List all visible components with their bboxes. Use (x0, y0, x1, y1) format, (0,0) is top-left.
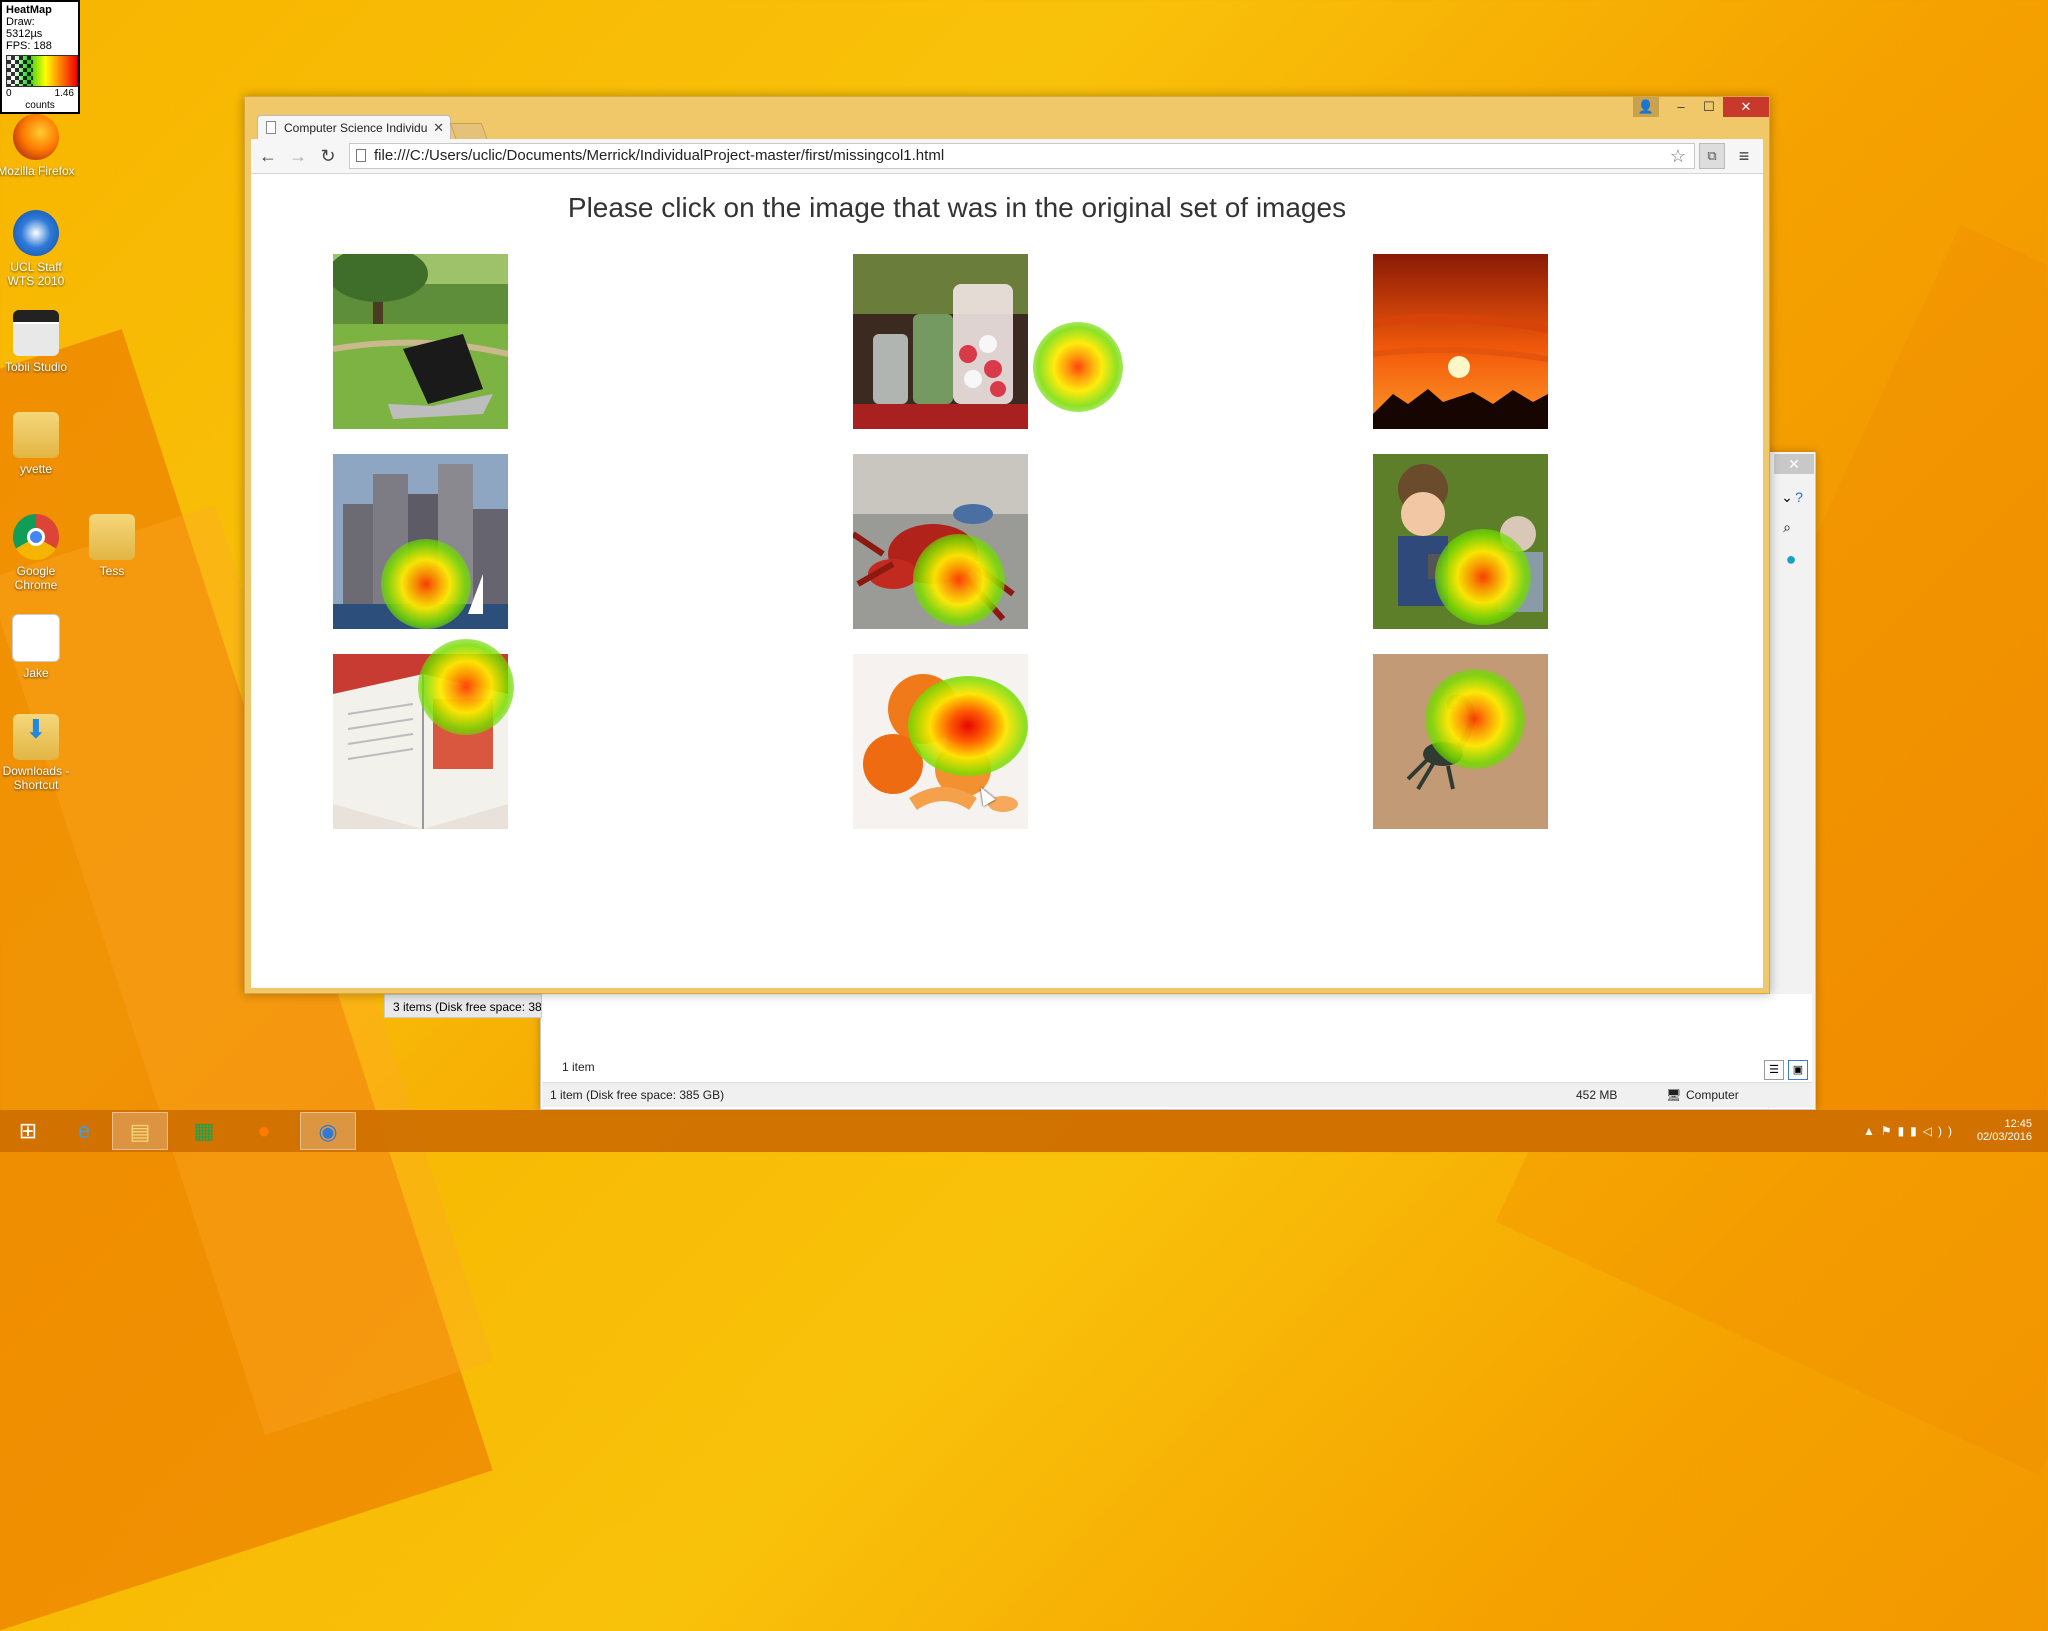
explorer-close-button[interactable]: ✕ (1774, 454, 1814, 474)
taskbar: ⊞ e ▤ ▦ ● ◉ ▲⚑▮▮◁)) 12:45 02/03/2016 (0, 1110, 2048, 1152)
image-open-book[interactable] (333, 654, 508, 829)
heatmap-panel: HeatMap Draw: 5312µs FPS: 188 0 1.46 cou… (0, 0, 80, 114)
heatmap-draw-time: Draw: 5312µs (6, 16, 43, 40)
explorer-back-status: 3 items (Disk free space: 386 (384, 994, 542, 1018)
window-controls: 👤 – ☐ ✕ (1633, 97, 1769, 117)
image-candy-jars[interactable] (853, 254, 1028, 429)
internet-explorer-icon[interactable]: e (56, 1112, 112, 1150)
remote-desktop-icon (13, 210, 59, 256)
desktop-icon-label: Jake (23, 666, 49, 680)
maximize-button[interactable]: ☐ (1695, 97, 1723, 117)
address-bar[interactable]: file:///C:/Users/uclic/Documents/Merrick… (349, 143, 1695, 169)
computer-icon: 🖥 (1666, 1088, 1682, 1102)
desktop-icon-label: Google Chrome (14, 564, 58, 592)
desktop-icon-label: Mozilla Firefox (0, 164, 75, 178)
downloads-shortcut-icon (13, 714, 59, 760)
desktop-icon-label: UCL Staff WTS 2010 (7, 260, 65, 288)
file-icon (356, 149, 366, 162)
extension-icon[interactable]: ⧉ (1699, 143, 1725, 169)
heatmap-title: HeatMap (6, 4, 52, 16)
browser-tab[interactable]: Computer Science Individu ✕ (257, 115, 451, 139)
forward-arrow-icon[interactable]: → (285, 143, 311, 169)
image-city-skyline[interactable] (333, 454, 508, 629)
clock-date: 02/03/2016 (1976, 1131, 2032, 1143)
globe-icon[interactable]: ● (1780, 548, 1802, 570)
page-viewport: Please click on the image that was in th… (251, 174, 1763, 988)
desktop-icon-label: Downloads - Shortcut (2, 764, 70, 792)
details-view-icon[interactable]: ☰ (1764, 1060, 1784, 1080)
image-scorpion[interactable] (1373, 654, 1548, 829)
reload-icon[interactable]: ↻ (315, 143, 341, 169)
desktop-icon-firefox[interactable]: Mozilla Firefox (0, 114, 76, 178)
file-explorer-icon[interactable]: ▤ (112, 1112, 168, 1150)
image-laptop-on-grass[interactable] (333, 254, 508, 429)
folder-icon (13, 412, 59, 458)
clapperboard-icon (13, 310, 59, 356)
desktop-icon-tobii-studio[interactable]: Tobii Studio (0, 310, 76, 374)
heatmap-unit: counts (25, 100, 55, 111)
explorer-file-list[interactable] (542, 994, 1812, 1082)
explorer-status-left: 1 item (Disk free space: 385 GB) (550, 1088, 725, 1102)
desktop-icon-yvette[interactable]: yvette (0, 412, 76, 476)
tab-close-icon[interactable]: ✕ (433, 116, 444, 139)
image-crab[interactable] (853, 454, 1028, 629)
gaze-heatmap-spot (1033, 322, 1123, 412)
address-url: file:///C:/Users/uclic/Documents/Merrick… (374, 147, 945, 164)
page-title: Please click on the image that was in th… (567, 192, 1347, 223)
chrome-icon (13, 514, 59, 560)
system-clock[interactable]: 12:45 02/03/2016 (1977, 1118, 2032, 1144)
image-figurines[interactable] (1373, 454, 1548, 629)
firefox-icon (13, 114, 59, 160)
profile-icon[interactable]: 👤 (1633, 97, 1659, 117)
desktop-icon-label: yvette (19, 462, 52, 476)
system-tray-icons[interactable]: ▲⚑▮▮◁)) (1863, 1124, 1958, 1138)
store-icon[interactable]: ▦ (176, 1112, 232, 1150)
browser-toolbar: ← → ↻ file:///C:/Users/uclic/Documents/M… (251, 139, 1763, 174)
heatmap-color-scale (6, 55, 78, 87)
help-icon[interactable]: ? (1788, 486, 1810, 508)
tab-title: Computer Science Individu (284, 121, 428, 135)
heatmap-scale-max: 1.46 (54, 88, 74, 99)
menu-icon[interactable]: ≡ (1731, 143, 1757, 169)
page-icon (266, 121, 276, 134)
image-sunset[interactable] (1373, 254, 1548, 429)
explorer-status-bar: 1 item (Disk free space: 385 GB) 452 MB … (542, 1082, 1812, 1107)
clock-time: 12:45 (2004, 1118, 2032, 1130)
desktop-icon-jake[interactable]: Jake (0, 614, 76, 680)
desktop-icon-label: Tess (99, 564, 125, 578)
desktop-icon-label: Tobii Studio (4, 360, 68, 374)
browser-window: 👤 – ☐ ✕ Computer Science Individu ✕ ← → … (244, 96, 1770, 994)
start-button-icon[interactable]: ⊞ (0, 1112, 56, 1150)
large-icons-view-icon[interactable]: ▣ (1788, 1060, 1808, 1080)
desktop-icon-downloads[interactable]: Downloads - Shortcut (0, 714, 76, 792)
firefox-taskbar-icon[interactable]: ● (236, 1112, 292, 1150)
bookmark-star-icon[interactable]: ☆ (1670, 144, 1686, 168)
close-button[interactable]: ✕ (1723, 97, 1769, 117)
heatmap-fps: FPS: 188 (6, 40, 52, 52)
explorer-status-location: Computer (1686, 1088, 1739, 1102)
desktop-icon-ucl-staff[interactable]: UCL Staff WTS 2010 (0, 210, 76, 288)
heatmap-scale-min: 0 (6, 88, 12, 99)
desktop-icon-tess[interactable]: Tess (72, 514, 152, 578)
folder-icon (89, 514, 135, 560)
document-icon (12, 614, 60, 662)
minimize-button[interactable]: – (1667, 97, 1695, 117)
explorer-status-size: 452 MB (1576, 1088, 1618, 1102)
image-tangerines[interactable] (853, 654, 1028, 829)
chrome-taskbar-icon[interactable]: ◉ (300, 1112, 356, 1150)
desktop-icon-chrome[interactable]: Google Chrome (0, 514, 76, 592)
back-arrow-icon[interactable]: ← (255, 143, 281, 169)
explorer-item-count: 1 item (562, 1060, 595, 1074)
search-icon[interactable]: ⌕ (1776, 516, 1798, 538)
